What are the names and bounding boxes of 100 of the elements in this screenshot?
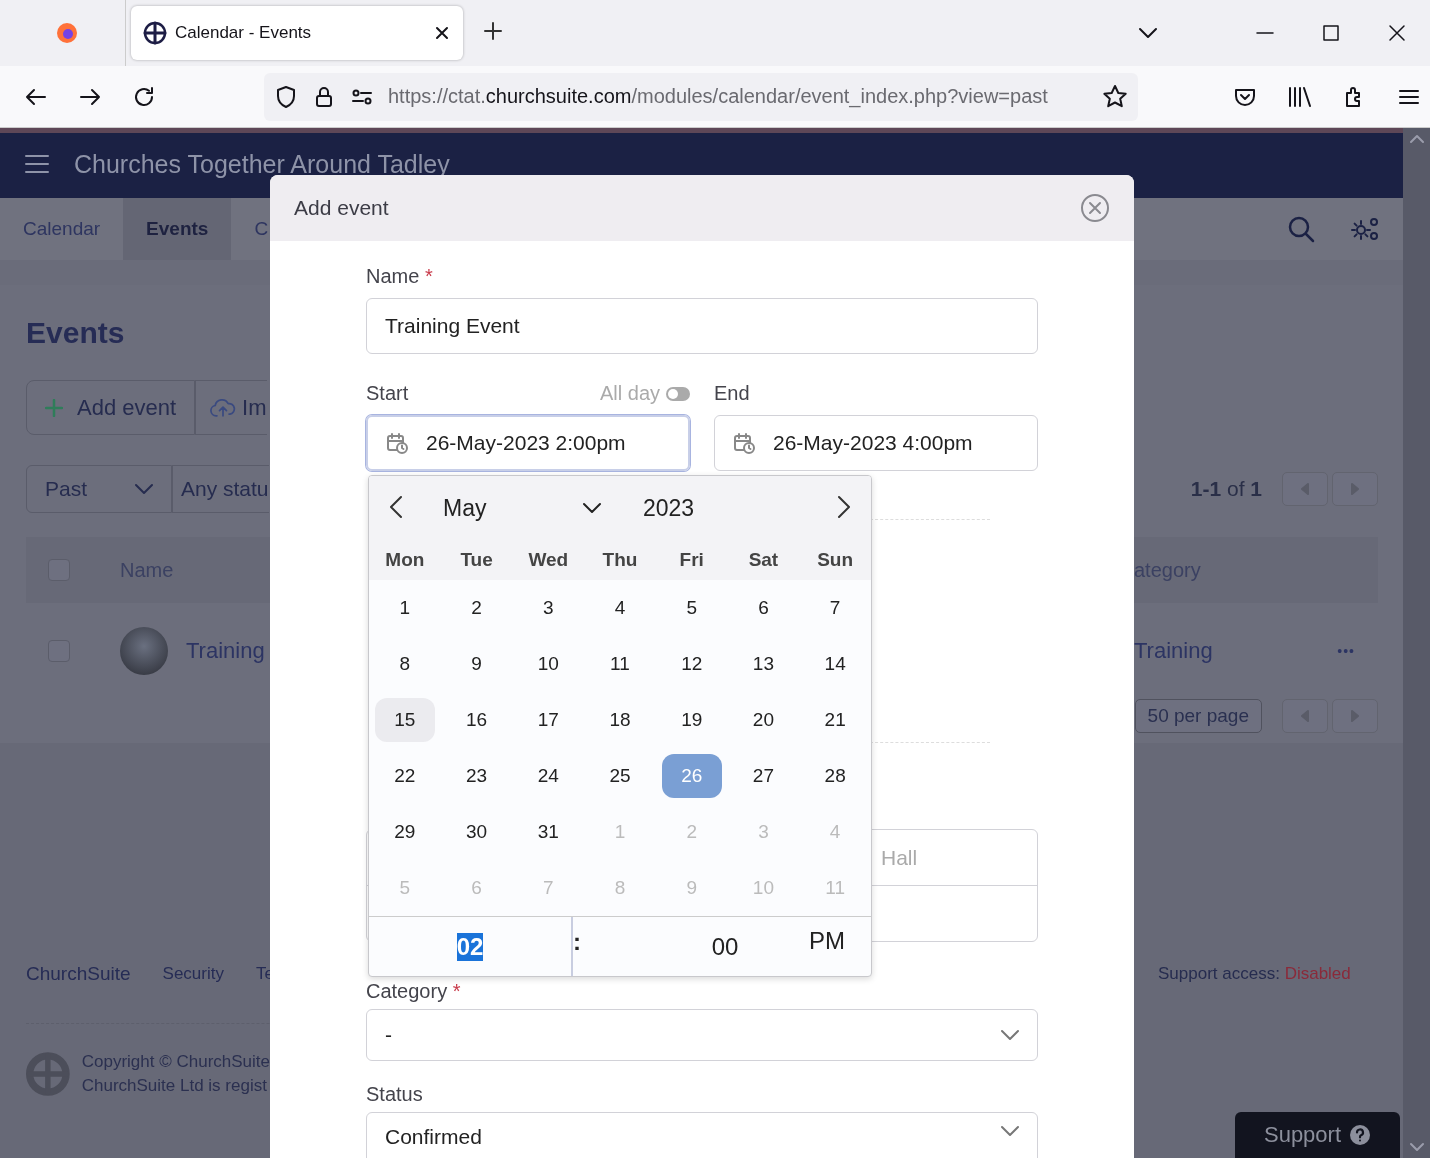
calendar-day[interactable]: 8: [374, 642, 435, 686]
calendar-day[interactable]: 31: [518, 810, 579, 854]
calendar-day[interactable]: 10: [518, 642, 579, 686]
start-date-input[interactable]: 26-May-2023 2:00pm: [366, 415, 690, 471]
support-button[interactable]: Support: [1235, 1112, 1400, 1158]
am-pm-toggle[interactable]: PM: [809, 926, 845, 955]
chevron-down-icon: [1001, 1125, 1019, 1137]
calendar-day[interactable]: 13: [733, 642, 794, 686]
table-cell: Training: [1134, 638, 1213, 664]
calendar-day[interactable]: 2: [446, 586, 507, 630]
end-date-input[interactable]: 26-May-2023 4:00pm: [714, 415, 1038, 471]
toggle-switch[interactable]: [666, 386, 690, 401]
chevron-right-icon: [837, 494, 851, 519]
reload-icon[interactable]: [132, 84, 156, 109]
calendar-day[interactable]: 25: [590, 754, 650, 798]
caret-left-icon: [1300, 710, 1310, 722]
circle-x-icon: [1080, 193, 1110, 223]
weekday-label: Wed: [527, 549, 570, 571]
calendar-day[interactable]: 12: [661, 642, 722, 686]
help-icon: [1349, 1124, 1372, 1146]
globe-cross-icon: [143, 21, 167, 45]
calendar-day[interactable]: 5: [661, 586, 722, 630]
required-marker: *: [424, 265, 433, 287]
copyright-text: ChurchSuite Ltd is regist: [81, 1075, 268, 1097]
weekday-label: Sat: [747, 549, 780, 571]
library-icon[interactable]: [1287, 84, 1313, 109]
calendar-clock-icon: [386, 432, 408, 454]
field-label: End: [714, 382, 751, 405]
weekday-label: Thu: [601, 549, 639, 571]
calendar-day[interactable]: 21: [805, 698, 866, 742]
calendar-day[interactable]: 27: [733, 754, 794, 798]
dialog-title: Add event: [294, 196, 389, 220]
weekday-label: Mon: [384, 549, 426, 571]
chevron-down-icon: [1409, 1142, 1424, 1152]
plus-icon: [45, 398, 63, 417]
chevron-left-icon: [389, 494, 403, 519]
caret-right-icon: [1350, 483, 1360, 495]
field-label: Name *: [366, 265, 434, 288]
calendar-day[interactable]: 30: [446, 810, 507, 854]
calendar-day[interactable]: 4: [590, 586, 650, 630]
calendar-day[interactable]: 23: [446, 754, 507, 798]
organisation-title: Churches Together Around Tadley: [74, 149, 450, 179]
calendar-day[interactable]: 17: [518, 698, 579, 742]
calendar-day[interactable]: 15: [374, 698, 435, 742]
calendar-day[interactable]: 3: [518, 586, 579, 630]
search-icon[interactable]: [1287, 215, 1315, 243]
weekday-label: Fri: [678, 549, 705, 571]
chevron-down-icon: [1001, 1029, 1019, 1041]
required-marker: *: [452, 980, 461, 1002]
star-icon[interactable]: [1102, 83, 1128, 110]
name-input[interactable]: Training Event: [366, 298, 1038, 354]
maximize-icon[interactable]: [1322, 24, 1340, 42]
calendar-day[interactable]: 7: [805, 586, 866, 630]
month-select[interactable]: May: [443, 494, 583, 522]
calendar-clock-icon: [733, 432, 755, 454]
url-text[interactable]: https://ctat.churchsuite.com/modules/calendar/event_index.php?view=past: [388, 85, 1088, 108]
weekday-label: Sun: [816, 549, 855, 571]
close-icon[interactable]: [435, 26, 449, 40]
address-bar[interactable]: https://ctat.churchsuite.com/modules/calendar/event_index.php?view=past: [264, 72, 1138, 121]
chevron-down-icon[interactable]: [583, 502, 601, 514]
status-dropdown[interactable]: Confirmed: [366, 1112, 1038, 1158]
time-separator: :: [573, 927, 581, 956]
browser-tab[interactable]: Calendar - Events: [131, 6, 463, 60]
hour-input[interactable]: 02: [456, 932, 484, 961]
chevron-up-icon: [1409, 134, 1424, 144]
calendar-day[interactable]: 11: [590, 642, 650, 686]
minute-input[interactable]: 00: [711, 932, 739, 961]
support-access-text: Support access: Disabled: [1158, 964, 1351, 984]
calendar-day[interactable]: 19: [661, 698, 722, 742]
calendar-day[interactable]: 24: [518, 754, 579, 798]
year-input[interactable]: 2023: [643, 494, 837, 522]
calendar-day[interactable]: 1: [374, 586, 435, 630]
calendar-day[interactable]: 16: [446, 698, 507, 742]
close-icon[interactable]: [1388, 24, 1406, 42]
avatar-photo: [120, 627, 168, 675]
browser-logo-icon: [55, 21, 79, 45]
scrollbar[interactable]: [1403, 128, 1430, 1158]
calendar-day[interactable]: 28: [805, 754, 866, 798]
caret-right-icon: [1350, 710, 1360, 722]
calendar-day[interactable]: 29: [374, 810, 435, 854]
field-label: Category *: [366, 980, 462, 1003]
pagination-count: 1-1 of 1: [1190, 477, 1262, 501]
field-label: Start: [366, 382, 409, 405]
calendar-day[interactable]: 6: [733, 586, 794, 630]
new-tab-icon[interactable]: [483, 21, 503, 41]
calendar-day[interactable]: 14: [805, 642, 866, 686]
chevron-down-icon: [135, 483, 153, 495]
calendar-day[interactable]: 20: [733, 698, 794, 742]
caret-left-icon: [1300, 483, 1310, 495]
shield-icon[interactable]: [274, 84, 298, 109]
cloud-upload-icon: [210, 396, 237, 419]
calendar-day[interactable]: 18: [590, 698, 650, 742]
copyright-text: Copyright © ChurchSuite: [81, 1051, 270, 1073]
field-label: Status: [366, 1083, 424, 1106]
calendar-day[interactable]: 22: [374, 754, 435, 798]
church-logo-icon: [26, 1050, 70, 1098]
calendar-day[interactable]: 9: [446, 642, 507, 686]
category-dropdown[interactable]: -: [366, 1009, 1038, 1061]
page-heading: Events: [26, 315, 125, 350]
weekday-label: Tue: [459, 549, 494, 571]
